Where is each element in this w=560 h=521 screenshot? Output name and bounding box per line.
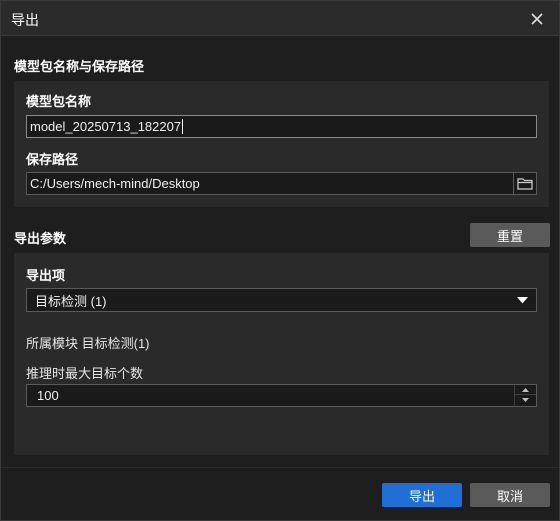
spinbox-down-button[interactable] (515, 395, 536, 405)
export-dialog: 导出 模型包名称与保存路径 模型包名称 model_20250713_18220… (0, 0, 560, 521)
export-item-select[interactable]: 目标检测 (1) (26, 288, 537, 312)
export-params-title: 导出参数 (14, 231, 67, 246)
export-item-selected: 目标检测 (1) (35, 293, 107, 309)
chevron-down-icon (517, 297, 528, 304)
save-path-value: C:/Users/mech-mind/Desktop (30, 176, 200, 191)
chevron-down-small-icon (522, 398, 529, 402)
model-name-input[interactable]: model_20250713_182207 (26, 115, 537, 138)
dialog-title: 导出 (11, 12, 39, 28)
model-name-value: model_20250713_182207 (30, 119, 182, 134)
spinbox-arrows (514, 385, 536, 406)
browse-folder-button[interactable] (513, 172, 537, 195)
footer-divider (1, 467, 559, 468)
text-caret (182, 119, 184, 134)
export-params-panel (14, 253, 549, 455)
model-section-title: 模型包名称与保存路径 (14, 59, 145, 74)
chevron-up-icon (522, 387, 529, 392)
close-button[interactable] (525, 7, 549, 31)
cancel-button[interactable]: 取消 (470, 483, 550, 507)
spinbox-up-button[interactable] (515, 385, 536, 395)
close-icon (531, 13, 543, 25)
save-path-input[interactable]: C:/Users/mech-mind/Desktop (26, 172, 514, 195)
save-path-label: 保存路径 (26, 152, 79, 167)
module-info-text: 所属模块 目标检测(1) (26, 336, 150, 351)
export-item-label: 导出项 (26, 268, 66, 283)
model-name-label: 模型包名称 (26, 94, 92, 109)
export-button[interactable]: 导出 (382, 483, 462, 507)
reset-button[interactable]: 重置 (470, 223, 550, 247)
max-targets-value: 100 (37, 388, 59, 403)
max-targets-spinbox[interactable]: 100 (26, 384, 537, 407)
title-bar: 导出 (1, 1, 559, 36)
folder-icon (517, 178, 533, 190)
max-targets-label: 推理时最大目标个数 (26, 366, 144, 381)
